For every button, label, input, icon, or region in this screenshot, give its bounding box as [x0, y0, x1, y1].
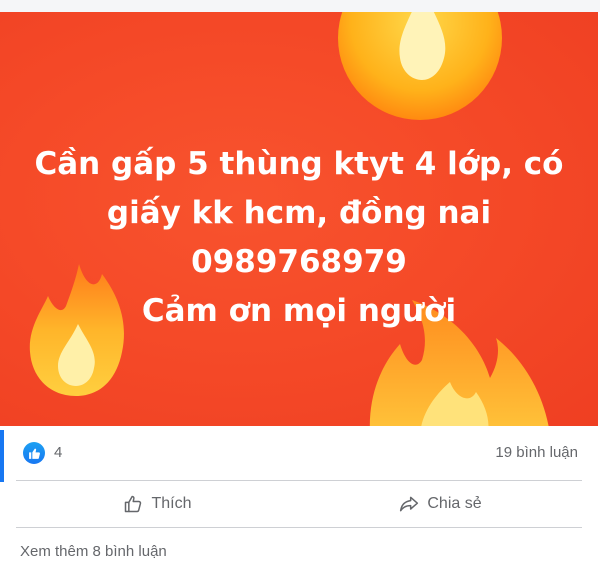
- reaction-count[interactable]: 4: [54, 444, 62, 461]
- share-button-label: Chia sẻ: [427, 495, 482, 512]
- post-image-text: Cần gấp 5 thùng ktyt 4 lớp, có giấy kk h…: [0, 140, 598, 336]
- post-text-line: giấy kk hcm, đồng nai: [106, 195, 492, 231]
- like-button[interactable]: Thích: [16, 481, 299, 527]
- share-button[interactable]: Chia sẻ: [299, 481, 582, 527]
- post-text-line: Cần gấp 5 thùng ktyt 4 lớp, có: [34, 146, 564, 182]
- like-button-label: Thích: [151, 495, 192, 512]
- top-edge: [0, 0, 600, 12]
- comment-count-link[interactable]: 19 bình luận: [495, 444, 578, 461]
- share-arrow-icon: [399, 494, 419, 514]
- post-text-line: Cảm ơn mọi người: [141, 293, 457, 329]
- facebook-post: Cần gấp 5 thùng ktyt 4 lớp, có giấy kk h…: [0, 0, 600, 565]
- divider: [16, 527, 582, 528]
- fire-emoji-icon: [322, 12, 522, 126]
- like-icon[interactable]: [23, 442, 45, 464]
- action-bar: Thích Chia sẻ: [16, 481, 582, 527]
- reactions-summary: 4 19 bình luận: [0, 430, 598, 480]
- post-image[interactable]: Cần gấp 5 thùng ktyt 4 lớp, có giấy kk h…: [0, 12, 598, 426]
- post-text-line: 0989768979: [191, 244, 407, 280]
- view-more-comments-link[interactable]: Xem thêm 8 bình luận: [20, 543, 167, 560]
- thumbs-up-icon: [123, 494, 143, 514]
